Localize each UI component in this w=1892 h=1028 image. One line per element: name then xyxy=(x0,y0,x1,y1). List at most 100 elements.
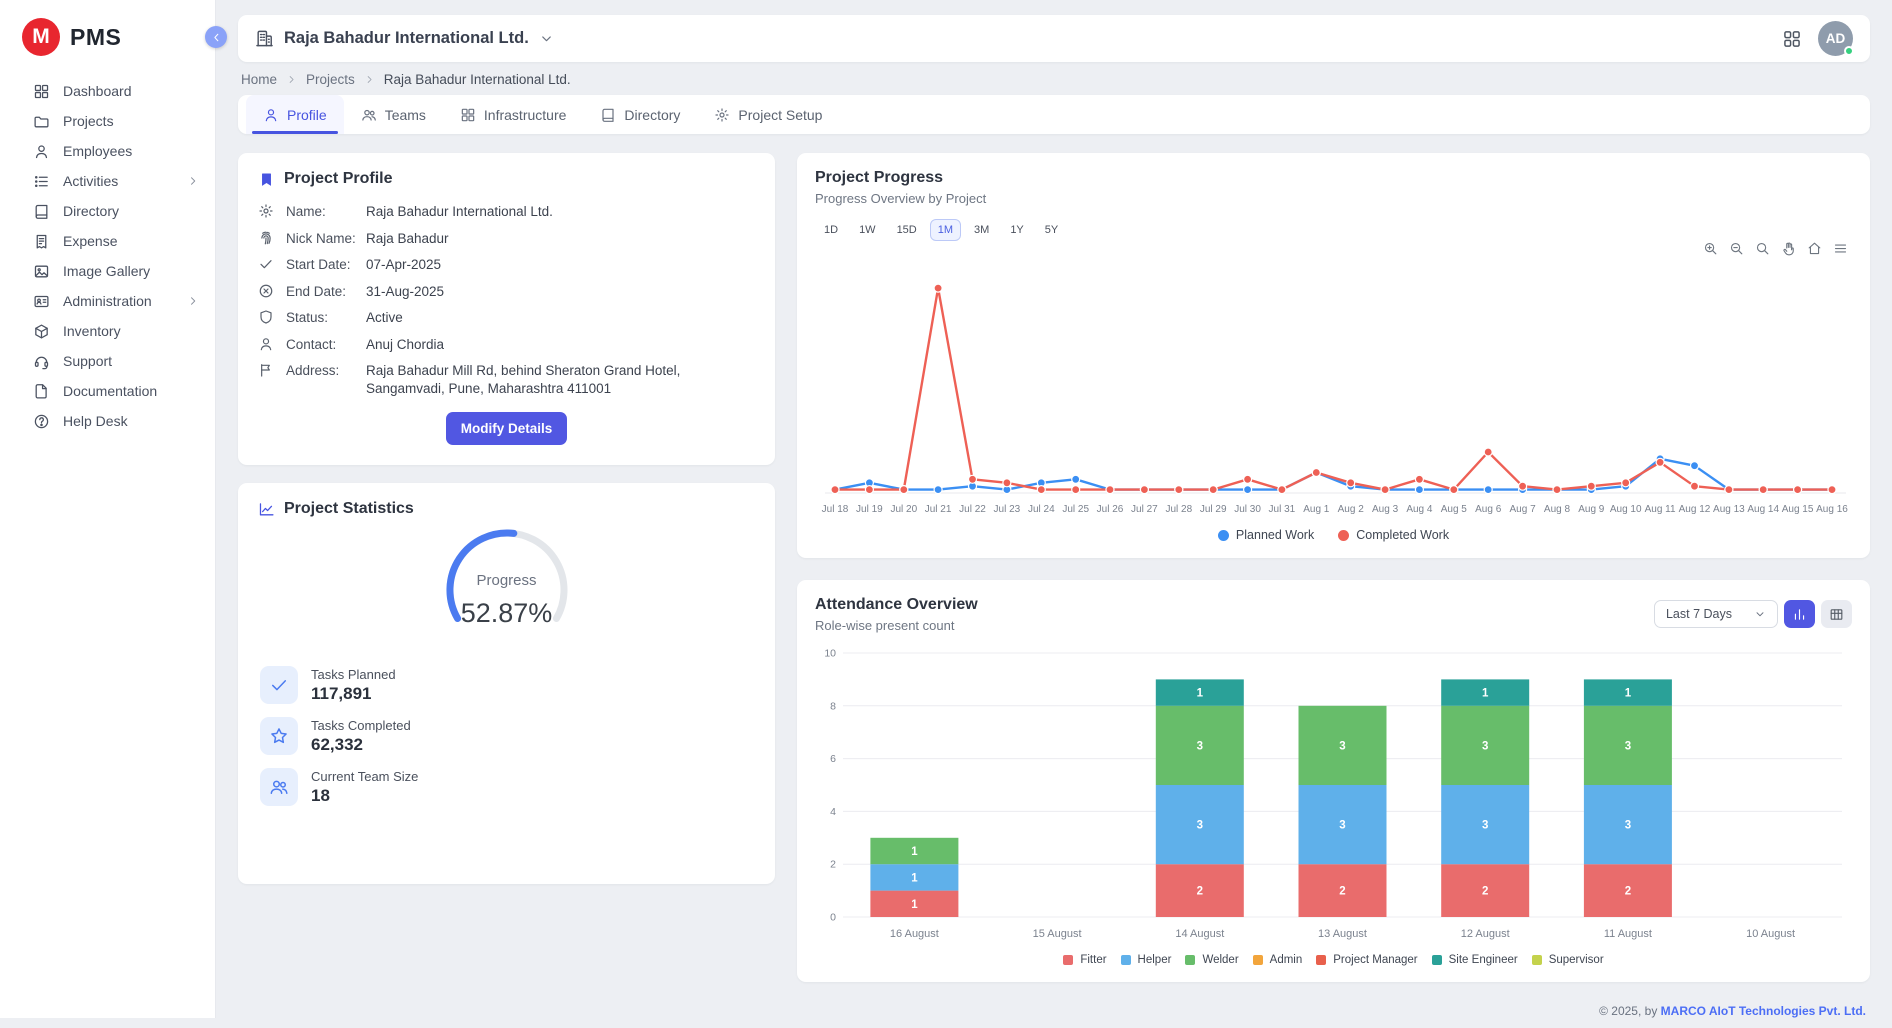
legend-item-welder[interactable]: Welder xyxy=(1185,954,1238,966)
chevron-left-icon xyxy=(210,31,223,44)
user-icon xyxy=(258,336,274,352)
dashboard-icon xyxy=(33,83,50,100)
attendance-controls: Last 7 Days xyxy=(1654,600,1852,628)
sidebar-item-directory[interactable]: Directory xyxy=(0,196,215,226)
breadcrumb-separator-icon xyxy=(364,74,375,85)
receipt-icon xyxy=(33,233,50,250)
fingerprint-icon xyxy=(258,230,274,246)
range-3m-button[interactable]: 3M xyxy=(966,219,997,241)
legend-item-helper[interactable]: Helper xyxy=(1121,954,1172,966)
apps-grid-icon[interactable] xyxy=(1782,29,1802,49)
legend-marker xyxy=(1218,530,1229,541)
left-column: Project Profile Name:Raja Bahadur Intern… xyxy=(238,153,775,884)
svg-text:Aug 16: Aug 16 xyxy=(1816,504,1848,515)
breadcrumb-separator-icon xyxy=(286,74,297,85)
tab-profile[interactable]: Profile xyxy=(246,95,344,134)
range-1w-button[interactable]: 1W xyxy=(851,219,884,241)
svg-text:Aug 10: Aug 10 xyxy=(1610,504,1642,515)
attendance-bar-chart[interactable]: 024681011116 August15 August233114 Augus… xyxy=(815,645,1852,950)
svg-text:Jul 18: Jul 18 xyxy=(822,504,849,515)
breadcrumb-item[interactable]: Home xyxy=(241,72,277,87)
sidebar-item-dashboard[interactable]: Dashboard xyxy=(0,76,215,106)
sidebar-item-projects[interactable]: Projects xyxy=(0,106,215,136)
top-header: Raja Bahadur International Ltd. AD xyxy=(238,15,1870,62)
breadcrumb-item[interactable]: Raja Bahadur International Ltd. xyxy=(384,72,571,87)
legend-item-project-manager[interactable]: Project Manager xyxy=(1316,954,1417,966)
range-1m-button[interactable]: 1M xyxy=(930,219,961,241)
book-icon xyxy=(600,107,616,123)
date-range-select[interactable]: Last 7 Days xyxy=(1654,600,1778,628)
svg-text:15 August: 15 August xyxy=(1033,928,1082,940)
table-view-button[interactable] xyxy=(1821,600,1852,628)
tab-label: Directory xyxy=(624,107,680,123)
zoom-in-icon[interactable] xyxy=(1703,241,1718,256)
profile-field-end-date: End Date:31-Aug-2025 xyxy=(258,283,755,301)
sidebar-item-documentation[interactable]: Documentation xyxy=(0,376,215,406)
box-icon xyxy=(33,323,50,340)
svg-text:10 August: 10 August xyxy=(1746,928,1795,940)
project-statistics-card: Project Statistics Progress 52.87% Tasks… xyxy=(238,483,775,884)
breadcrumb-item[interactable]: Projects xyxy=(306,72,355,87)
gauge-arc xyxy=(402,528,612,652)
svg-text:11 August: 11 August xyxy=(1604,928,1652,940)
user-avatar[interactable]: AD xyxy=(1818,21,1853,56)
tab-label: Infrastructure xyxy=(484,107,566,123)
sidebar-item-administration[interactable]: Administration xyxy=(0,286,215,316)
attendance-titles: Attendance Overview Role-wise present co… xyxy=(815,596,978,633)
tab-infrastructure[interactable]: Infrastructure xyxy=(443,95,583,134)
profile-field-nick-name: Nick Name:Raja Bahadur xyxy=(258,230,755,248)
company-selector[interactable]: Raja Bahadur International Ltd. xyxy=(255,29,554,48)
modify-details-button[interactable]: Modify Details xyxy=(446,412,568,445)
sidebar-item-label: Help Desk xyxy=(63,413,128,429)
range-1d-button[interactable]: 1D xyxy=(816,219,846,241)
tab-label: Teams xyxy=(385,107,426,123)
svg-text:10: 10 xyxy=(824,648,836,660)
stat-value: 18 xyxy=(311,786,418,806)
profile-card-title: Project Profile xyxy=(284,170,392,188)
footer-link[interactable]: MARCO AIoT Technologies Pvt. Ltd. xyxy=(1661,1004,1866,1018)
user-icon xyxy=(33,143,50,160)
range-5y-button[interactable]: 5Y xyxy=(1037,219,1066,241)
sidebar-item-support[interactable]: Support xyxy=(0,346,215,376)
sidebar-item-employees[interactable]: Employees xyxy=(0,136,215,166)
field-value: Active xyxy=(366,309,755,327)
sidebar-item-image-gallery[interactable]: Image Gallery xyxy=(0,256,215,286)
stat-tasks-completed: Tasks Completed62,332 xyxy=(260,717,755,755)
svg-text:Aug 2: Aug 2 xyxy=(1338,504,1365,515)
home-icon[interactable] xyxy=(1807,241,1822,256)
zoom-out-icon[interactable] xyxy=(1729,241,1744,256)
svg-text:Jul 26: Jul 26 xyxy=(1097,504,1124,515)
tab-directory[interactable]: Directory xyxy=(583,95,697,134)
legend-item-admin[interactable]: Admin xyxy=(1253,954,1303,966)
progress-line-chart[interactable]: Jul 18Jul 19Jul 20Jul 21Jul 22Jul 23Jul … xyxy=(815,249,1852,526)
sidebar-item-expense[interactable]: Expense xyxy=(0,226,215,256)
legend-item-completed-work[interactable]: Completed Work xyxy=(1338,528,1449,542)
sidebar-item-label: Directory xyxy=(63,203,119,219)
svg-text:Jul 20: Jul 20 xyxy=(890,504,917,515)
tab-teams[interactable]: Teams xyxy=(344,95,443,134)
legend-item-site-engineer[interactable]: Site Engineer xyxy=(1432,954,1518,966)
sidebar-item-help-desk[interactable]: Help Desk xyxy=(0,406,215,436)
sidebar-item-label: Image Gallery xyxy=(63,263,150,279)
field-value: 07-Apr-2025 xyxy=(366,256,755,274)
sidebar-collapse-button[interactable] xyxy=(205,26,227,48)
range-15d-button[interactable]: 15D xyxy=(889,219,925,241)
legend-item-supervisor[interactable]: Supervisor xyxy=(1532,954,1604,966)
legend-item-fitter[interactable]: Fitter xyxy=(1063,954,1106,966)
user-icon xyxy=(263,107,279,123)
app-logo[interactable]: M PMS xyxy=(0,0,215,70)
progress-chart-legend: Planned Work Completed Work xyxy=(815,526,1852,548)
selection-zoom-icon[interactable] xyxy=(1755,241,1770,256)
sidebar-item-inventory[interactable]: Inventory xyxy=(0,316,215,346)
menu-icon[interactable] xyxy=(1833,241,1848,256)
pan-icon[interactable] xyxy=(1781,241,1796,256)
tab-project-setup[interactable]: Project Setup xyxy=(697,95,839,134)
sidebar-item-activities[interactable]: Activities xyxy=(0,166,215,196)
folder-icon xyxy=(33,113,50,130)
bar-view-button[interactable] xyxy=(1784,600,1815,628)
range-1y-button[interactable]: 1Y xyxy=(1002,219,1031,241)
legend-marker xyxy=(1338,530,1349,541)
svg-text:Aug 4: Aug 4 xyxy=(1406,504,1433,515)
legend-item-planned-work[interactable]: Planned Work xyxy=(1218,528,1314,542)
svg-text:Jul 31: Jul 31 xyxy=(1269,504,1296,515)
